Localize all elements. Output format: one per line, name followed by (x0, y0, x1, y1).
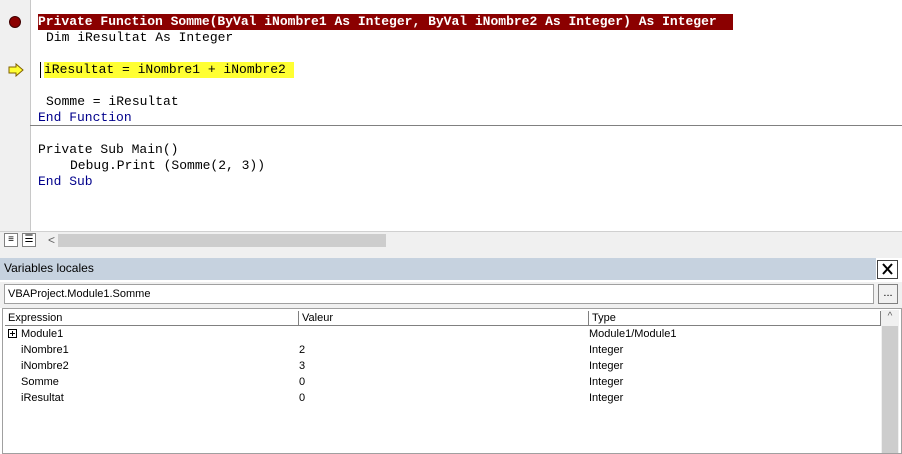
expand-plus-icon[interactable] (8, 329, 17, 338)
procedure-view-icon[interactable]: ≡ (4, 233, 18, 247)
row-value[interactable]: 0 (299, 390, 305, 406)
code-editor[interactable]: Private Function Somme(ByVal iNombre1 As… (0, 0, 902, 231)
code-line-debug-print[interactable]: Debug.Print (Somme(2, 3)) (70, 158, 265, 174)
row-value[interactable]: 0 (299, 374, 305, 390)
code-line-end-function[interactable]: End Function (38, 110, 132, 126)
column-header-type[interactable]: Type (589, 311, 881, 326)
procedure-separator (30, 125, 902, 126)
row-value[interactable]: 2 (299, 342, 305, 358)
code-line-end-sub[interactable]: End Sub (38, 174, 93, 190)
table-row[interactable]: iNombre2 3 Integer (3, 358, 883, 374)
scroll-up-icon[interactable]: ^ (881, 310, 899, 326)
margin-indicator-bar[interactable] (0, 0, 31, 231)
context-field: VBAProject.Module1.Somme (4, 284, 874, 304)
pane-splitter[interactable] (0, 248, 902, 258)
row-type: Integer (589, 392, 624, 404)
code-line-sub-main[interactable]: Private Sub Main() (38, 142, 178, 158)
row-expression: iNombre2 (21, 360, 69, 372)
locals-grid[interactable]: Expression Valeur Type Module1 Module1/M… (2, 308, 902, 454)
scroll-left-icon[interactable]: < (48, 234, 55, 246)
table-row[interactable]: Module1 Module1/Module1 (3, 326, 883, 342)
locals-window-titlebar: Variables locales (0, 258, 876, 280)
row-type: Integer (589, 360, 624, 372)
horizontal-scrollbar[interactable]: ≡ ☰ < (0, 231, 902, 249)
code-line-assign[interactable]: Somme = iResultat (46, 94, 179, 110)
row-expression: Module1 (21, 328, 64, 340)
row-expression: iNombre1 (21, 344, 69, 356)
row-expression: iResultat (21, 392, 64, 404)
code-line-dim[interactable]: Dim iResultat As Integer (46, 30, 233, 46)
table-row[interactable]: iResultat 0 Integer (3, 390, 883, 406)
breakpoint-dot-icon[interactable] (9, 16, 21, 28)
code-line-current[interactable]: iResultat = iNombre1 + iNombre2 (44, 62, 294, 78)
row-type: Integer (589, 376, 624, 388)
horizontal-scroll-thumb[interactable] (58, 234, 386, 247)
close-button[interactable] (877, 260, 898, 279)
context-row: VBAProject.Module1.Somme ... (0, 282, 902, 308)
column-header-expression[interactable]: Expression (5, 311, 299, 326)
vertical-scrollbar[interactable]: ^ (881, 310, 899, 453)
column-header-value[interactable]: Valeur (299, 311, 589, 326)
execution-arrow-icon (8, 63, 24, 77)
locals-window-title: Variables locales (4, 261, 94, 275)
full-module-view-icon[interactable]: ☰ (22, 233, 36, 247)
close-icon (882, 263, 893, 275)
call-stack-button[interactable]: ... (878, 284, 898, 304)
row-expression: Somme (21, 376, 59, 388)
row-type: Module1/Module1 (589, 328, 677, 340)
vertical-scroll-thumb[interactable] (882, 326, 898, 453)
code-line-function-header[interactable]: Private Function Somme(ByVal iNombre1 As… (38, 14, 733, 30)
table-row[interactable]: iNombre1 2 Integer (3, 342, 883, 358)
text-cursor (40, 62, 41, 78)
table-row[interactable]: Somme 0 Integer (3, 374, 883, 390)
row-value[interactable]: 3 (299, 358, 305, 374)
row-type: Integer (589, 344, 624, 356)
